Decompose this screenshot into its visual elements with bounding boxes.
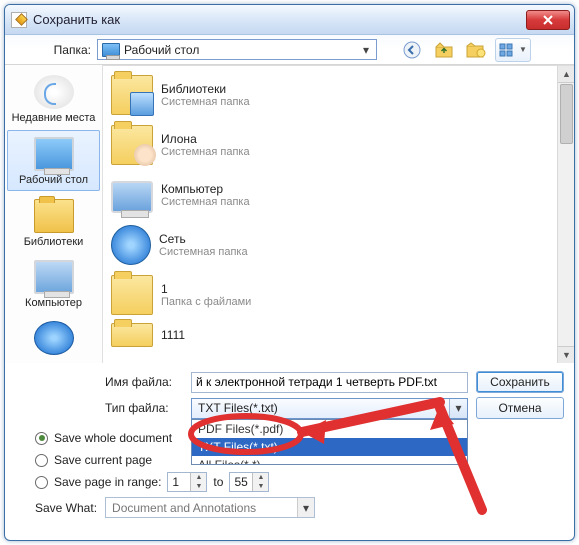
list-item[interactable]: КомпьютерСистемная папка xyxy=(107,170,570,220)
radio-range-label: Save page in range: xyxy=(54,475,161,489)
filetype-combo[interactable]: TXT Files(*.txt) ▾ PDF Files(*.pdf) TXT … xyxy=(191,398,468,419)
titlebar[interactable]: Сохранить как xyxy=(5,5,574,35)
window-title: Сохранить как xyxy=(33,12,526,27)
list-item[interactable]: СетьСистемная папка xyxy=(107,220,570,270)
save-what-value: Document and Annotations xyxy=(112,501,256,515)
app-icon xyxy=(11,12,27,28)
filetype-option[interactable]: TXT Files(*.txt) xyxy=(192,438,467,456)
desktop-icon xyxy=(34,137,74,171)
close-icon xyxy=(542,14,554,26)
new-folder-icon xyxy=(466,42,486,58)
libraries-icon xyxy=(34,199,74,233)
computer-icon xyxy=(34,260,74,294)
radio-page-range[interactable] xyxy=(35,476,48,489)
recent-places-icon xyxy=(34,75,74,109)
place-network[interactable] xyxy=(7,315,100,362)
cancel-button[interactable]: Отмена xyxy=(476,397,564,419)
spin-down-icon[interactable]: ▼ xyxy=(253,482,268,491)
list-item[interactable]: 1Папка с файлами xyxy=(107,270,570,320)
filetype-option[interactable]: All Files(*.*) xyxy=(192,456,467,464)
up-level-button[interactable] xyxy=(431,38,457,62)
scroll-thumb[interactable] xyxy=(560,84,573,144)
save-what-label: Save What: xyxy=(35,501,97,515)
chevron-down-icon: ▾ xyxy=(297,498,314,517)
scroll-down-button[interactable]: ▼ xyxy=(558,346,574,363)
new-folder-button[interactable] xyxy=(463,38,489,62)
close-button[interactable] xyxy=(526,10,570,30)
spin-down-icon[interactable]: ▼ xyxy=(191,482,206,491)
back-icon xyxy=(403,41,421,59)
spin-up-icon[interactable]: ▲ xyxy=(253,473,268,482)
place-computer[interactable]: Компьютер xyxy=(7,254,100,313)
list-item[interactable]: 1111 xyxy=(107,320,570,350)
filetype-label: Тип файла: xyxy=(105,401,183,415)
place-libraries[interactable]: Библиотеки xyxy=(7,193,100,252)
range-to-word: to xyxy=(213,475,223,489)
chevron-down-icon: ▾ xyxy=(358,42,374,58)
place-recent[interactable]: Недавние места xyxy=(7,69,100,128)
radio-current-page[interactable] xyxy=(35,454,48,467)
user-folder-icon xyxy=(111,125,153,165)
chevron-down-icon: ▾ xyxy=(449,399,467,418)
folder-dropdown-value: Рабочий стол xyxy=(124,43,199,57)
filename-label: Имя файла: xyxy=(105,375,183,389)
back-button[interactable] xyxy=(399,38,425,62)
network-item-icon xyxy=(111,225,151,265)
chevron-down-icon: ▼ xyxy=(519,45,527,54)
folder-icon xyxy=(111,323,153,347)
save-as-dialog: Сохранить как Папка: Рабочий стол ▾ ▼ xyxy=(4,4,575,541)
network-icon xyxy=(34,321,74,355)
place-desktop[interactable]: Рабочий стол xyxy=(7,130,100,191)
views-icon xyxy=(499,43,517,57)
list-item[interactable]: ИлонаСистемная папка xyxy=(107,120,570,170)
range-from-spinner[interactable]: 1 ▲▼ xyxy=(167,472,207,492)
save-what-combo[interactable]: Document and Annotations ▾ xyxy=(105,497,315,518)
vertical-scrollbar[interactable]: ▲ ▼ xyxy=(557,66,574,363)
radio-current-label: Save current page xyxy=(54,453,152,467)
views-button[interactable]: ▼ xyxy=(495,38,531,62)
scroll-up-button[interactable]: ▲ xyxy=(558,66,574,83)
radio-whole-document[interactable] xyxy=(35,432,48,445)
spin-up-icon[interactable]: ▲ xyxy=(191,473,206,482)
filename-input[interactable] xyxy=(191,372,468,393)
up-level-icon xyxy=(435,42,453,58)
filetype-popup: PDF Files(*.pdf) TXT Files(*.txt) All Fi… xyxy=(191,419,468,465)
folder-dropdown[interactable]: Рабочий стол ▾ xyxy=(97,39,377,60)
list-item[interactable]: БиблиотекиСистемная папка xyxy=(107,70,570,120)
desktop-icon xyxy=(102,43,120,57)
range-to-spinner[interactable]: 55 ▲▼ xyxy=(229,472,269,492)
form-area: Имя файла: Сохранить Тип файла: TXT File… xyxy=(5,363,574,526)
toolbar: Папка: Рабочий стол ▾ ▼ xyxy=(5,35,574,65)
libraries-folder-icon xyxy=(111,75,153,115)
file-list-pane: БиблиотекиСистемная папка ИлонаСистемная… xyxy=(103,65,574,363)
folder-icon xyxy=(111,275,153,315)
radio-whole-label: Save whole document xyxy=(54,431,172,445)
save-button[interactable]: Сохранить xyxy=(476,371,564,393)
filetype-combo-value: TXT Files(*.txt) xyxy=(198,401,278,415)
places-bar: Недавние места Рабочий стол Библиотеки К… xyxy=(5,65,103,363)
filetype-option[interactable]: PDF Files(*.pdf) xyxy=(192,420,467,438)
computer-item-icon xyxy=(111,181,153,213)
folder-label: Папка: xyxy=(45,43,91,57)
